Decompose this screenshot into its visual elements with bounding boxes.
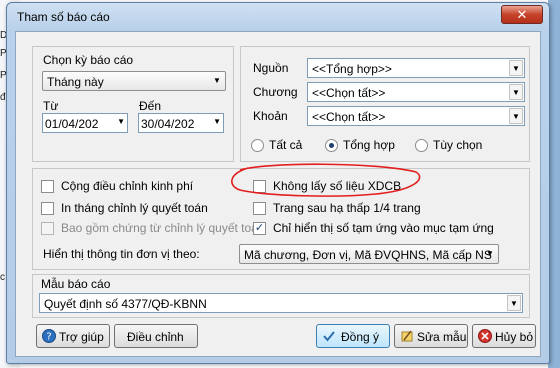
item-select-value: <<Chọn tất>> bbox=[312, 110, 386, 124]
radio-summary-label: Tổng hợp bbox=[343, 138, 395, 152]
from-date-value: 01/04/202 bbox=[45, 117, 99, 131]
no-xdcb-checkbox[interactable] bbox=[253, 180, 266, 193]
dialog-title: Tham số báo cáo bbox=[17, 10, 110, 24]
to-label: Đến bbox=[139, 99, 162, 113]
edit-template-button-label: Sửa mẫu bbox=[417, 330, 467, 344]
period-panel: Chọn kỳ báo cáo Tháng này ▼ Từ Đến 01/04… bbox=[32, 46, 234, 162]
cancel-button-label: Hủy bỏ bbox=[495, 330, 534, 344]
check-icon bbox=[323, 331, 335, 342]
item-select[interactable]: <<Chọn tất>> ▼ bbox=[307, 106, 525, 126]
chevron-down-icon: ▼ bbox=[213, 76, 221, 85]
item-label: Khoản bbox=[253, 109, 288, 123]
print-month-label: In tháng chỉnh lý quyết toán bbox=[61, 201, 208, 215]
period-select-value: Tháng này bbox=[47, 75, 104, 89]
chevron-down-icon: ▼ bbox=[213, 117, 221, 126]
help-icon: ? bbox=[42, 329, 56, 343]
source-select[interactable]: <<Tổng hợp>> ▼ bbox=[307, 58, 525, 78]
radio-all-label: Tất cả bbox=[269, 138, 303, 152]
radio-custom[interactable] bbox=[415, 139, 428, 152]
chevron-down-icon: ▼ bbox=[486, 249, 494, 258]
close-icon: ✕ bbox=[516, 7, 528, 22]
chevron-down-icon: ▼ bbox=[507, 295, 521, 311]
add-adjust-checkbox[interactable] bbox=[41, 180, 54, 193]
adjust-button[interactable]: Điều chỉnh bbox=[114, 324, 198, 348]
unit-display-select[interactable]: Mã chương, Đơn vị, Mã ĐVQHNS, Mã cấp NS … bbox=[239, 244, 499, 264]
svg-text:?: ? bbox=[46, 332, 51, 343]
options-panel: Cộng điều chỉnh kinh phí In tháng chỉnh … bbox=[32, 168, 530, 270]
help-button[interactable]: ? Trợ giúp bbox=[36, 324, 110, 348]
report-params-dialog: Tham số báo cáo ✕ Chọn kỳ báo cáo Tháng … bbox=[6, 2, 550, 364]
add-adjust-label: Cộng điều chỉnh kinh phí bbox=[61, 179, 194, 193]
cancel-icon bbox=[478, 329, 492, 343]
include-docs-label: Bao gồm chứng từ chỉnh lý quyết toán bbox=[61, 221, 265, 235]
to-date-value: 30/04/202 bbox=[141, 117, 195, 131]
chevron-down-icon: ▼ bbox=[509, 60, 523, 76]
source-select-value: <<Tổng hợp>> bbox=[312, 62, 392, 76]
show-advance-label: Chỉ hiển thị số tạm ứng vào mục tạm ứng bbox=[273, 221, 494, 235]
chevron-down-icon: ▼ bbox=[509, 84, 523, 100]
filters-panel: Nguồn <<Tổng hợp>> ▼ Chương <<Chọn tất>>… bbox=[240, 46, 530, 162]
chevron-down-icon: ▼ bbox=[117, 117, 125, 126]
ok-button[interactable]: Đồng ý bbox=[316, 324, 390, 348]
from-date-picker[interactable]: 01/04/202 ▼ bbox=[42, 113, 128, 133]
ok-button-label: Đồng ý bbox=[341, 330, 380, 344]
cancel-button[interactable]: Hủy bỏ bbox=[472, 324, 536, 348]
from-label: Từ bbox=[43, 99, 59, 113]
help-button-label: Trợ giúp bbox=[59, 330, 104, 344]
period-label: Chọn kỳ báo cáo bbox=[43, 53, 134, 67]
page-after-label: Trang sau hạ thấp 1/4 trang bbox=[273, 201, 421, 215]
chapter-select[interactable]: <<Chọn tất>> ▼ bbox=[307, 82, 525, 102]
show-advance-checkbox[interactable]: ✓ bbox=[253, 222, 266, 235]
source-label: Nguồn bbox=[253, 61, 289, 75]
title-bar[interactable]: Tham số báo cáo ✕ bbox=[7, 3, 549, 29]
to-date-picker[interactable]: 30/04/202 ▼ bbox=[138, 113, 224, 133]
include-docs-checkbox bbox=[41, 222, 54, 235]
template-select-value: Quyết định số 4377/QĐ-KBNN bbox=[44, 297, 207, 311]
template-panel: Mẫu báo cáo Quyết định số 4377/QĐ-KBNN ▼ bbox=[32, 274, 530, 318]
unit-display-label: Hiển thị thông tin đơn vị theo: bbox=[43, 247, 200, 261]
background-text: c bbox=[0, 272, 5, 283]
check-icon: ✓ bbox=[254, 222, 265, 234]
no-xdcb-label: Không lấy số liệu XDCB bbox=[273, 179, 402, 193]
edit-template-button[interactable]: Sửa mẫu bbox=[394, 324, 468, 348]
print-month-checkbox[interactable] bbox=[41, 202, 54, 215]
unit-display-value: Mã chương, Đơn vị, Mã ĐVQHNS, Mã cấp NS bbox=[244, 248, 492, 262]
edit-template-icon bbox=[401, 330, 413, 342]
close-button[interactable]: ✕ bbox=[501, 5, 543, 24]
period-select[interactable]: Tháng này ▼ bbox=[42, 71, 226, 91]
page-after-checkbox[interactable] bbox=[253, 202, 266, 215]
adjust-button-label: Điều chỉnh bbox=[127, 330, 184, 344]
radio-summary[interactable] bbox=[325, 139, 338, 152]
template-label: Mẫu báo cáo bbox=[41, 277, 111, 291]
dialog-body: Chọn kỳ báo cáo Tháng này ▼ Từ Đến 01/04… bbox=[15, 31, 541, 357]
chapter-label: Chương bbox=[253, 85, 298, 99]
chevron-down-icon: ▼ bbox=[509, 108, 523, 124]
template-select[interactable]: Quyết định số 4377/QĐ-KBNN ▼ bbox=[39, 293, 523, 313]
radio-custom-label: Tùy chọn bbox=[433, 138, 483, 152]
radio-all[interactable] bbox=[251, 139, 264, 152]
chapter-select-value: <<Chọn tất>> bbox=[312, 86, 386, 100]
